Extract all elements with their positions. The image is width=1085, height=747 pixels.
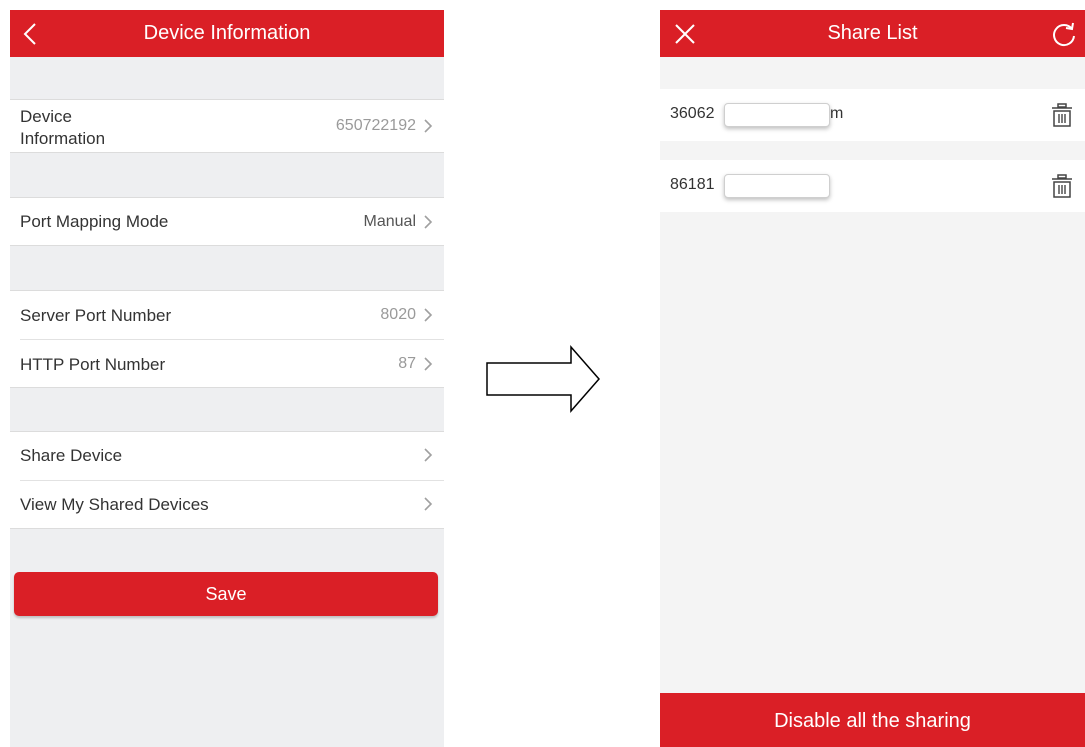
trash-icon[interactable]: [1049, 173, 1075, 199]
row-label: Device Information: [20, 107, 106, 148]
disable-all-sharing-button[interactable]: Disable all the sharing: [660, 693, 1085, 747]
chevron-right-icon: [424, 119, 433, 133]
chevron-right-icon: [424, 497, 433, 511]
row-label: Server Port Number: [20, 306, 172, 325]
chevron-right-icon: [424, 308, 433, 322]
row-label: View My Shared Devices: [20, 495, 209, 514]
page-title: Device Information: [143, 22, 311, 44]
arrow-right-icon: [486, 345, 600, 413]
port-mapping-mode-row[interactable]: Port Mapping Mode Manual: [10, 197, 444, 246]
row-value: 650722192: [335, 117, 416, 134]
share-list-item: 86181: [660, 160, 1085, 212]
share-list-screen: Share List 36062 m 86181 Disable all the…: [660, 10, 1085, 747]
refresh-icon[interactable]: [1051, 21, 1077, 47]
page-title: Share List: [827, 22, 918, 44]
row-value: 8020: [380, 306, 416, 323]
row-label: Port Mapping Mode: [20, 212, 169, 231]
row-label: Share Device: [20, 446, 123, 465]
device-information-row[interactable]: Device Information 650722192: [10, 99, 444, 153]
redacted-text: [724, 103, 830, 127]
trash-icon[interactable]: [1049, 102, 1075, 128]
account-id-suffix: m: [830, 105, 844, 122]
share-list-item: 36062 m: [660, 89, 1085, 141]
sharing-section: Share Device View My Shared Devices: [10, 431, 444, 529]
redacted-text: [724, 174, 830, 198]
share-device-row[interactable]: Share Device: [10, 431, 444, 480]
http-port-number-row[interactable]: HTTP Port Number 87: [10, 339, 444, 388]
chevron-right-icon: [424, 215, 433, 229]
device-info-section: Device Information 650722192: [10, 99, 444, 153]
account-id: 86181: [670, 176, 715, 193]
chevron-right-icon: [424, 448, 433, 462]
server-port-number-row[interactable]: Server Port Number 8020: [10, 290, 444, 339]
save-button[interactable]: Save: [14, 572, 438, 616]
port-numbers-section: Server Port Number 8020 HTTP Port Number…: [10, 290, 444, 388]
row-label: HTTP Port Number: [20, 355, 166, 374]
device-information-screen: Device Information Device Information 65…: [10, 10, 444, 747]
chevron-right-icon: [424, 357, 433, 371]
title-bar: Device Information: [10, 10, 444, 57]
row-value: Manual: [363, 213, 416, 230]
account-id: 36062: [670, 105, 715, 122]
port-mapping-section: Port Mapping Mode Manual: [10, 197, 444, 246]
view-my-shared-devices-row[interactable]: View My Shared Devices: [10, 480, 444, 529]
title-bar: Share List: [660, 10, 1085, 57]
row-value: 87: [398, 355, 416, 372]
